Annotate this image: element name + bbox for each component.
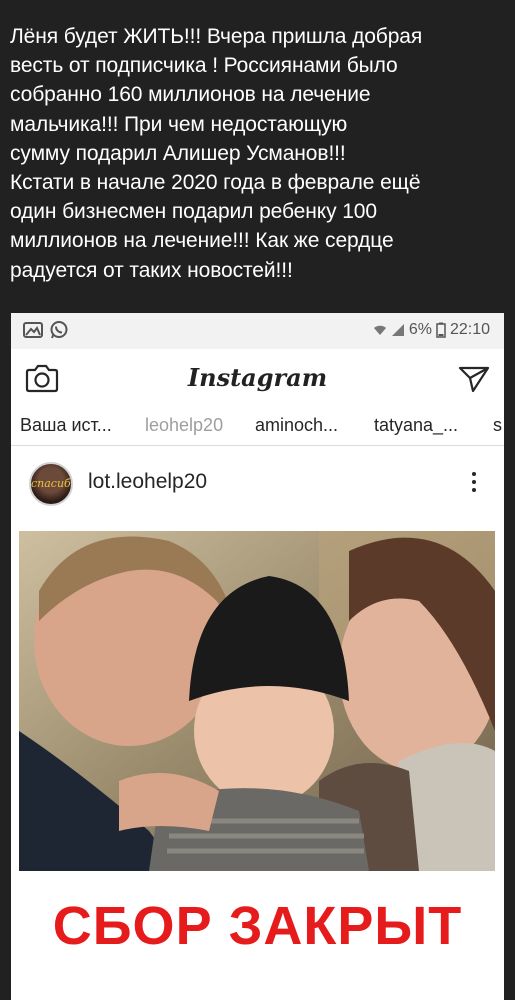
battery-icon (436, 322, 446, 338)
caption-line: весть от подписчика ! Россиянами было (10, 54, 398, 78)
caption-line: миллионов на лечение!!! Как же сердце (10, 229, 394, 253)
avatar-logo-text: спасибо (31, 477, 73, 490)
story-item[interactable]: s (493, 415, 502, 436)
caption-line: радуется от таких новостей!!! (10, 258, 293, 282)
story-item[interactable]: leohelp20 (145, 415, 223, 436)
fundraising-closed-banner: СБОР ЗАКРЫТ (52, 896, 463, 956)
status-bar: 6% 22:10 (11, 313, 504, 349)
story-item[interactable]: tatyana_... (374, 415, 458, 436)
family-photo-image (19, 531, 495, 871)
caption-line: собранно 160 миллионов на лечение (10, 83, 371, 107)
embedded-screenshot: 6% 22:10 Instagram Ваша ист... leohelp20… (11, 313, 504, 1000)
story-item[interactable]: Ваша ист... (20, 415, 112, 436)
gallery-icon (23, 322, 43, 338)
battery-percent: 6% (408, 321, 432, 338)
caption-line: один бизнесмен подарил ребенку 100 (10, 200, 377, 224)
instagram-logo: Instagram (187, 363, 328, 392)
post-username[interactable]: lot.leohelp20 (88, 470, 207, 494)
post-header: спасибо lot.leohelp20 (11, 446, 504, 529)
direct-send-icon[interactable] (458, 365, 490, 393)
caption-line: мальчика!!! При чем недостающую (10, 112, 348, 136)
caption-line: Кстати в начале 2020 года в феврале ещё (10, 171, 421, 195)
post-caption: Лёня будет ЖИТЬ!!! Вчера пришла добрая в… (10, 22, 505, 285)
avatar[interactable]: спасибо (29, 462, 73, 506)
caption-line: Лёня будет ЖИТЬ!!! Вчера пришла добрая (10, 25, 423, 48)
clock: 22:10 (449, 321, 490, 338)
caption-line: сумму подарил Алишер Усманов!!! (10, 141, 346, 165)
whatsapp-icon (50, 321, 68, 339)
instagram-app-bar: Instagram (11, 349, 504, 409)
story-item[interactable]: aminoch... (255, 415, 338, 436)
wifi-icon (373, 325, 386, 335)
status-right: 6% 22:10 (373, 321, 490, 339)
status-left (23, 320, 69, 340)
signal-icon (391, 324, 404, 336)
more-options-icon[interactable] (472, 472, 478, 496)
post-photo (19, 531, 495, 871)
stories-tray[interactable]: Ваша ист... leohelp20 aminoch... tatyana… (11, 409, 504, 446)
